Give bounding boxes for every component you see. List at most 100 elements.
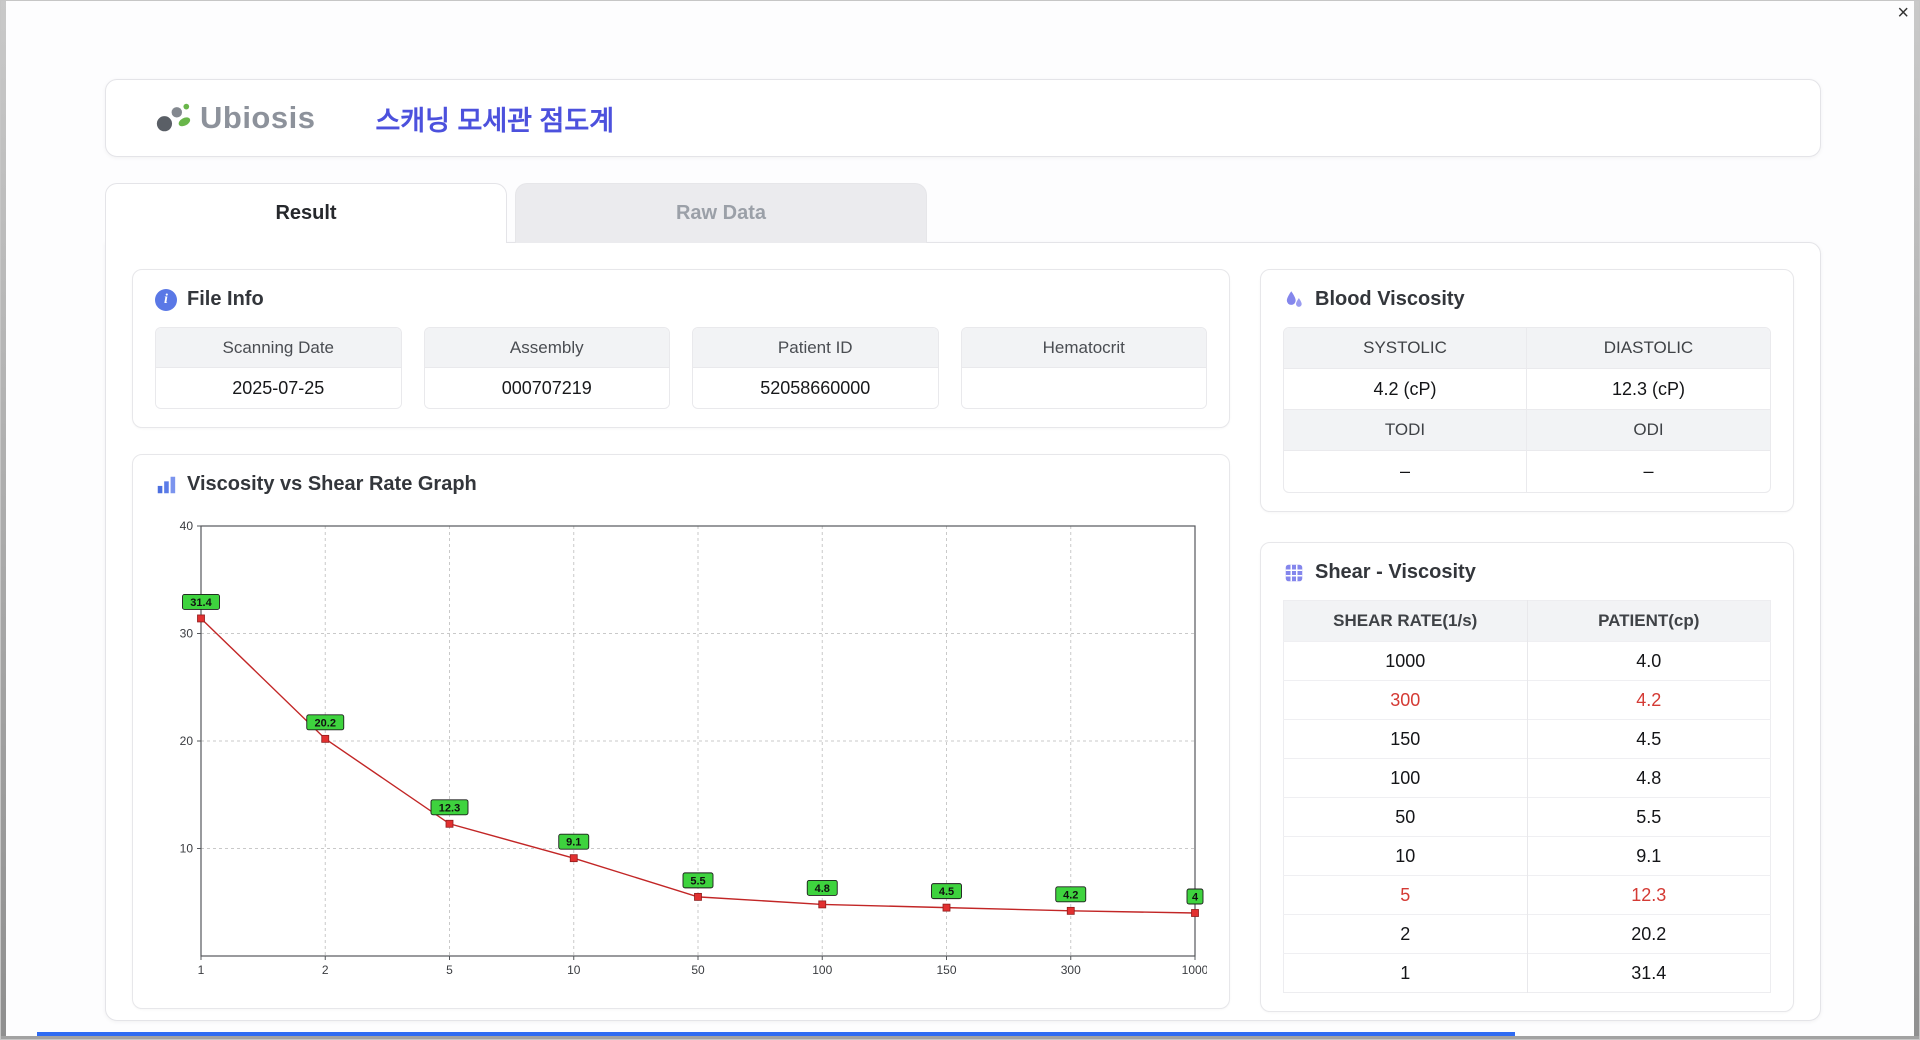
svg-text:50: 50 (691, 963, 705, 977)
bar-chart-icon (157, 476, 176, 493)
svg-text:300: 300 (1061, 963, 1081, 977)
viscosity-chart: 10 20 30 40 1 2 5 10 50 100 150 300 1000 31.4 20.2 12.3… (180, 519, 1207, 977)
patient-cell: 31.4 (1527, 953, 1771, 993)
svg-text:31.4: 31.4 (190, 597, 212, 609)
window-edge-left (1, 1, 6, 1039)
logo-text: Ubiosis (200, 100, 316, 135)
odi-header: ODI (1527, 410, 1770, 451)
table-grid-icon (1285, 564, 1303, 581)
blood-viscosity-table: SYSTOLIC DIASTOLIC 4.2 (cP) 12.3 (cP) TO… (1283, 327, 1771, 493)
patient-cell: 12.3 (1527, 875, 1771, 915)
systolic-header: SYSTOLIC (1284, 328, 1527, 369)
content-area: i File Info Scanning Date 2025-07-25 Ass… (105, 242, 1821, 1021)
tab-raw-data[interactable]: Raw Data (515, 183, 927, 243)
table-row: 5 12.3 (1283, 875, 1771, 915)
app-content: Ubiosis 스캐닝 모세관 점도계 Result Raw Data i Fi… (105, 79, 1821, 1021)
file-info-title-text: File Info (187, 288, 264, 310)
svg-text:4: 4 (1192, 892, 1199, 904)
left-column: i File Info Scanning Date 2025-07-25 Ass… (132, 269, 1230, 1009)
table-row: 1 31.4 (1283, 953, 1771, 993)
field-value (961, 368, 1206, 408)
field-assembly: Assembly 000707219 (423, 327, 670, 409)
shear-rate-cell: 300 (1283, 680, 1528, 720)
blood-viscosity-title-text: Blood Viscosity (1315, 288, 1465, 310)
field-label: Scanning Date (156, 328, 401, 368)
table-row: 50 5.5 (1283, 797, 1771, 837)
svg-text:4.5: 4.5 (939, 886, 954, 898)
patient-cell: 4.8 (1527, 758, 1771, 798)
shear-rate-cell: 100 (1283, 758, 1528, 798)
svg-text:4.2: 4.2 (1063, 889, 1078, 901)
chart-wrap: 10 20 30 40 1 2 5 10 50 100 150 300 1000 31.4 20.2 12.3… (155, 512, 1207, 990)
shear-viscosity-panel: Shear - Viscosity SHEAR RATE(1/s) PATIEN… (1260, 542, 1794, 1012)
svg-text:100: 100 (812, 963, 832, 977)
shear-table-header-row: SHEAR RATE(1/s) PATIENT(cp) (1283, 600, 1771, 642)
bottom-accent-bar (37, 1032, 1515, 1036)
todi-value: – (1284, 451, 1527, 492)
app-window: × Ubiosis 스캐닝 모세관 점도계 Result Raw Data i … (0, 0, 1920, 1040)
shear-rate-column-header: SHEAR RATE(1/s) (1283, 600, 1528, 642)
field-value: 2025-07-25 (156, 368, 401, 408)
shear-viscosity-title: Shear - Viscosity (1283, 561, 1771, 584)
patient-cell: 5.5 (1527, 797, 1771, 837)
svg-text:20.2: 20.2 (315, 717, 336, 729)
diastolic-value: 12.3 (cP) (1527, 369, 1770, 410)
table-row: 100 4.8 (1283, 758, 1771, 798)
svg-text:10: 10 (567, 963, 581, 977)
svg-text:1: 1 (198, 963, 205, 977)
ubiosis-logo-icon (156, 103, 191, 132)
right-column: Blood Viscosity SYSTOLIC DIASTOLIC 4.2 (… (1260, 269, 1794, 1012)
svg-text:30: 30 (180, 627, 194, 641)
file-info-panel: i File Info Scanning Date 2025-07-25 Ass… (132, 269, 1230, 428)
patient-cell: 20.2 (1527, 914, 1771, 954)
graph-title-text: Viscosity vs Shear Rate Graph (187, 473, 477, 495)
tab-result[interactable]: Result (105, 183, 507, 243)
info-icon: i (155, 288, 177, 311)
table-row: 2 20.2 (1283, 914, 1771, 954)
shear-rate-cell: 2 (1283, 914, 1528, 954)
app-header: Ubiosis 스캐닝 모세관 점도계 (105, 79, 1821, 157)
field-value: 000707219 (424, 368, 669, 408)
svg-text:4.8: 4.8 (815, 883, 830, 895)
file-info-title: i File Info (155, 288, 1207, 311)
tab-bar: Result Raw Data (105, 183, 1821, 243)
blood-viscosity-panel: Blood Viscosity SYSTOLIC DIASTOLIC 4.2 (… (1260, 269, 1794, 512)
svg-text:5.5: 5.5 (690, 875, 705, 887)
field-scanning-date: Scanning Date 2025-07-25 (155, 327, 402, 409)
shear-viscosity-table: SHEAR RATE(1/s) PATIENT(cp) 1000 4.0 300 4.… (1283, 600, 1771, 993)
shear-table-body: 1000 4.0 300 4.2 150 4.5 100 4.8 50 5.5 10 9.1 5 12.3… (1283, 641, 1771, 993)
graph-panel: Viscosity vs Shear Rate Graph 10 20 30 40 1 2… (132, 454, 1230, 1009)
window-edge-right (1914, 1, 1919, 1039)
svg-text:2: 2 (322, 963, 329, 977)
svg-text:20: 20 (180, 734, 194, 748)
svg-text:12.3: 12.3 (439, 802, 460, 814)
shear-viscosity-title-text: Shear - Viscosity (1315, 561, 1476, 583)
graph-panel-title: Viscosity vs Shear Rate Graph (155, 473, 1207, 496)
svg-text:150: 150 (936, 963, 956, 977)
table-row: 1000 4.0 (1283, 641, 1771, 681)
page-title: 스캐닝 모세관 점도계 (375, 105, 615, 136)
patient-cell: 9.1 (1527, 836, 1771, 876)
close-icon[interactable]: × (1897, 3, 1909, 23)
svg-text:1000: 1000 (1182, 963, 1207, 977)
window-bottom-edge (1, 1036, 1919, 1039)
svg-text:10: 10 (180, 842, 194, 856)
shear-rate-cell: 10 (1283, 836, 1528, 876)
diastolic-header: DIASTOLIC (1527, 328, 1770, 369)
patient-cell: 4.2 (1527, 680, 1771, 720)
table-row: 150 4.5 (1283, 719, 1771, 759)
shear-rate-cell: 1000 (1283, 641, 1528, 681)
table-row: 10 9.1 (1283, 836, 1771, 876)
shear-rate-cell: 1 (1283, 953, 1528, 993)
shear-rate-cell: 150 (1283, 719, 1528, 759)
droplet-icon (1286, 290, 1302, 307)
field-label: Hematocrit (961, 328, 1206, 368)
patient-cell: 4.5 (1527, 719, 1771, 759)
table-row: 300 4.2 (1283, 680, 1771, 720)
logo: Ubiosis (152, 99, 315, 137)
svg-text:5: 5 (446, 963, 453, 977)
patient-column-header: PATIENT(cp) (1527, 600, 1771, 642)
svg-text:9.1: 9.1 (566, 837, 581, 849)
field-patient-id: Patient ID 52058660000 (692, 327, 939, 409)
systolic-value: 4.2 (cP) (1284, 369, 1527, 410)
